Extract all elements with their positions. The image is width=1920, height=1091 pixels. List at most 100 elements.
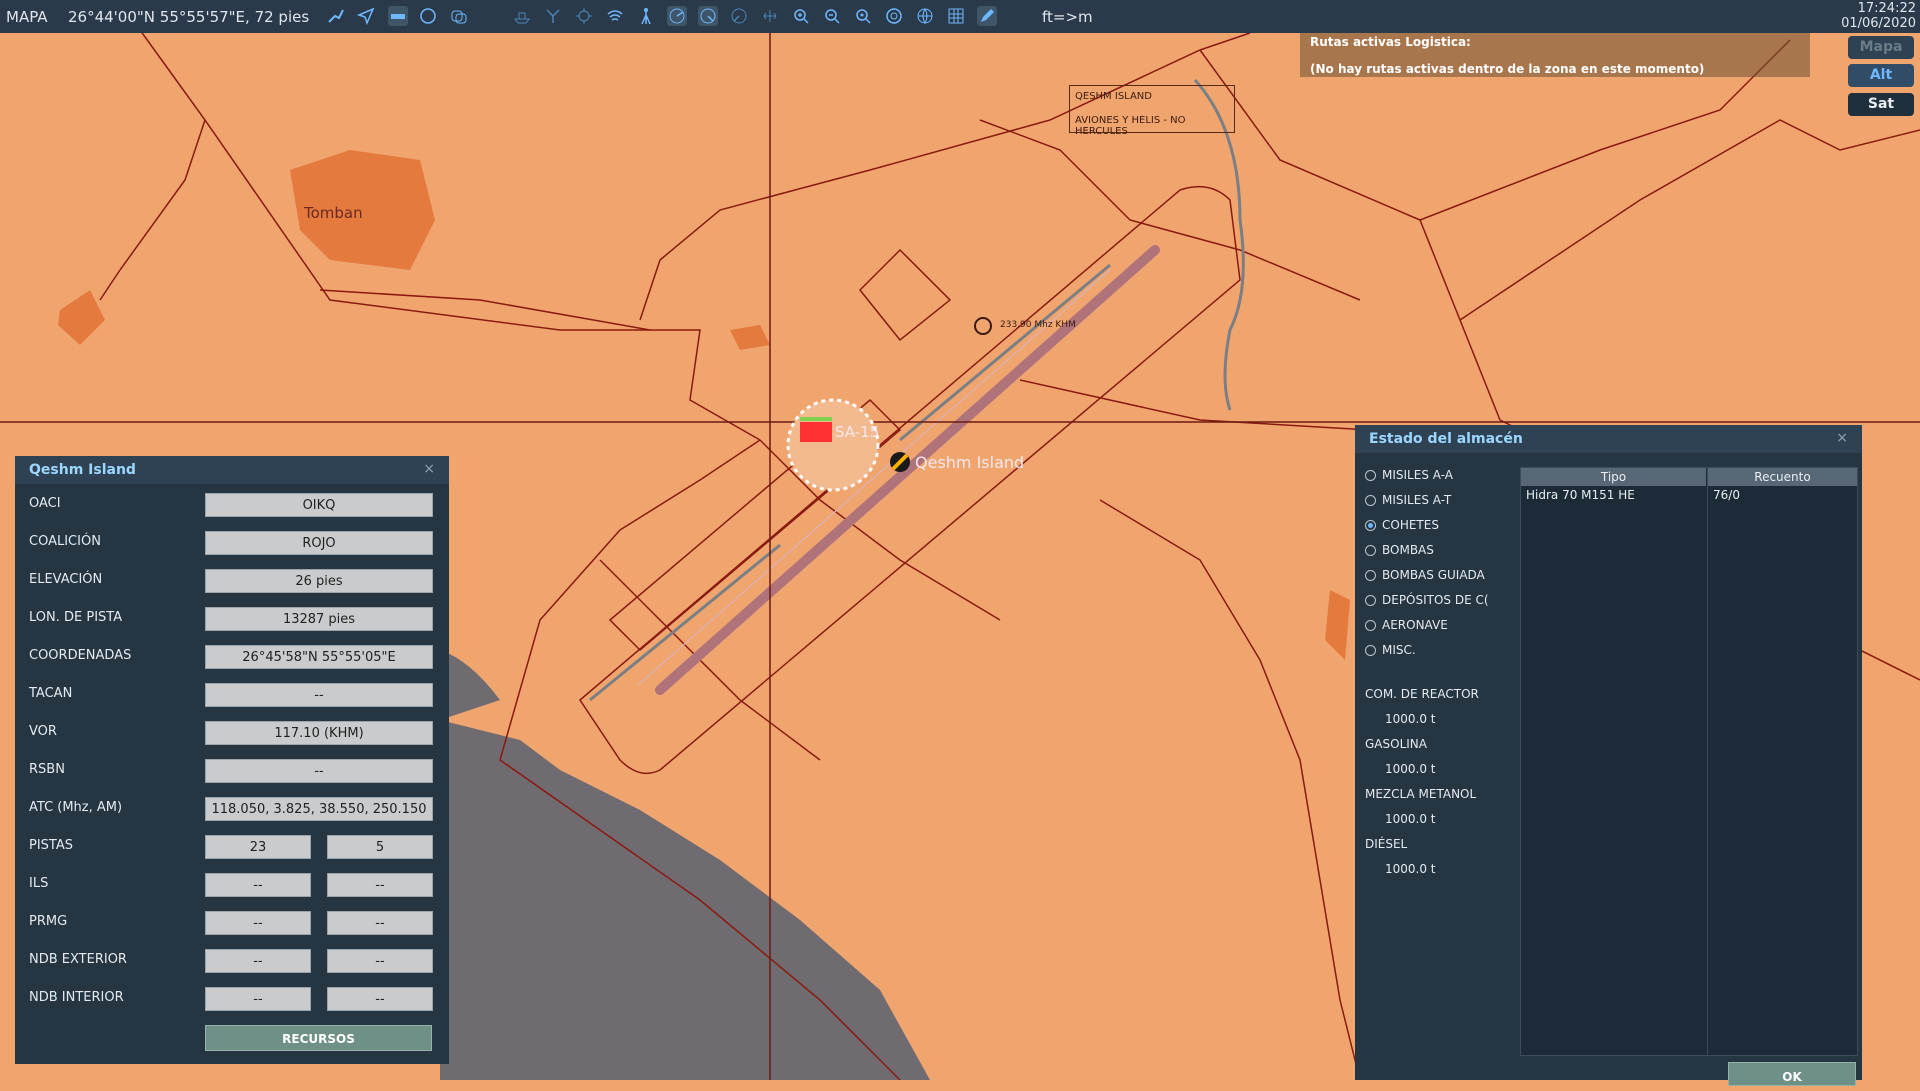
ndb-outer-label: NDB EXTERIOR xyxy=(29,952,127,967)
runways-field-a[interactable]: 23 xyxy=(205,835,311,859)
clock-date: 01/06/2020 xyxy=(1841,16,1916,31)
gasoline-value: 1000.0 t xyxy=(1385,762,1436,776)
runway-length-label: LON. DE PISTA xyxy=(29,610,123,625)
category-at-missiles[interactable]: MISILES A-T xyxy=(1365,493,1451,507)
jet-fuel-label: COM. DE REACTOR xyxy=(1365,687,1479,701)
ndb-outer-field-b[interactable]: -- xyxy=(327,949,433,973)
sam-unit-icon xyxy=(800,422,832,442)
airfield-panel-title: Qeshm Island xyxy=(29,462,136,478)
units-toggle[interactable]: ft=>m xyxy=(1042,8,1093,26)
globe-icon[interactable] xyxy=(915,6,935,26)
map-mode-title: MAPA xyxy=(6,8,48,26)
runway-length-field[interactable]: 13287 pies xyxy=(205,607,433,631)
pencil-icon[interactable] xyxy=(977,6,997,26)
note-line-1: QESHM ISLAND xyxy=(1075,91,1152,102)
ils-field-b[interactable]: -- xyxy=(327,873,433,897)
draw-line-icon[interactable] xyxy=(326,6,346,26)
warehouse-panel: Estado del almacén × MISILES A-A MISILES… xyxy=(1355,425,1862,1086)
circle-icon[interactable] xyxy=(418,6,438,26)
inventory-table: Tipo Recuento Hidra 70 M151 HE 76/0 xyxy=(1520,467,1858,1056)
sync-icon[interactable] xyxy=(760,6,780,26)
category-label: MISC. xyxy=(1382,643,1416,657)
cursor-coordinates: 26°44'00"N 55°55'57"E, 72 pies xyxy=(68,8,310,26)
category-fuel-tanks[interactable]: DEPÓSITOS DE C( xyxy=(1365,593,1489,607)
zoom-out-icon[interactable] xyxy=(822,6,842,26)
coordinates-field[interactable]: 26°45'58"N 55°55'05"E xyxy=(205,645,433,669)
antenna-icon[interactable] xyxy=(636,6,656,26)
resources-button[interactable]: RECURSOS xyxy=(205,1025,432,1051)
column-header-type[interactable]: Tipo xyxy=(1521,468,1706,486)
route-icon[interactable] xyxy=(543,6,563,26)
routes-message: (No hay rutas activas dentro de la zona … xyxy=(1310,62,1705,76)
radio-icon xyxy=(1365,569,1376,581)
vor-field[interactable]: 117.10 (KHM) xyxy=(205,721,433,745)
category-misc[interactable]: MISC. xyxy=(1365,643,1416,657)
ship-icon[interactable] xyxy=(512,6,532,26)
category-label: BOMBAS GUIADA xyxy=(1382,568,1485,582)
ndb-inner-field-b[interactable]: -- xyxy=(327,987,433,1011)
grid-icon[interactable] xyxy=(946,6,966,26)
tacan-field[interactable]: -- xyxy=(205,683,433,707)
atc-field[interactable]: 118.050, 3.825, 38.550, 250.150 xyxy=(205,797,433,821)
coalition-field[interactable]: ROJO xyxy=(205,531,433,555)
sam-range-circle xyxy=(786,398,880,492)
category-label: MISILES A-A xyxy=(1382,468,1453,482)
close-icon[interactable]: × xyxy=(423,461,435,477)
jet-fuel-value: 1000.0 t xyxy=(1385,712,1436,726)
layers-icon[interactable] xyxy=(449,6,469,26)
map-type-sat-button[interactable]: Sat xyxy=(1848,93,1914,116)
ok-button[interactable]: OK xyxy=(1728,1062,1856,1086)
zoom-in-icon[interactable] xyxy=(791,6,811,26)
ruler-icon[interactable] xyxy=(388,6,408,26)
ndb-outer-field-a[interactable]: -- xyxy=(205,949,311,973)
map-type-mapa-button[interactable]: Mapa xyxy=(1848,36,1914,59)
rsbn-field[interactable]: -- xyxy=(205,759,433,783)
radar-b-icon[interactable] xyxy=(698,6,718,26)
airbase-restriction-note: QESHM ISLAND AVIONES Y HELIS - NO HERCUL… xyxy=(1069,85,1235,137)
methanol-mix-label: MEZCLA METANOL xyxy=(1365,787,1477,801)
zoom-fit-icon[interactable] xyxy=(853,6,873,26)
elevation-field[interactable]: 26 pies xyxy=(205,569,433,593)
category-guided-bombs[interactable]: BOMBAS GUIADA xyxy=(1365,568,1485,582)
radar-a-icon[interactable] xyxy=(667,6,687,26)
diesel-value: 1000.0 t xyxy=(1385,862,1436,876)
target-lock-icon[interactable] xyxy=(884,6,904,26)
ils-field-a[interactable]: -- xyxy=(205,873,311,897)
category-label: BOMBAS xyxy=(1382,543,1434,557)
note-line-2: AVIONES Y HELIS - NO HERCULES xyxy=(1075,115,1186,137)
prmg-field-a[interactable]: -- xyxy=(205,911,311,935)
radio-label: 233.90 Mhz KHM xyxy=(1000,320,1076,330)
runways-label: PISTAS xyxy=(29,838,74,853)
table-cell-count[interactable]: 76/0 xyxy=(1713,488,1740,502)
airbase-label: Qeshm Island xyxy=(915,453,1024,472)
prmg-field-b[interactable]: -- xyxy=(327,911,433,935)
oaci-field[interactable]: OIKQ xyxy=(205,493,433,517)
map-type-alt-button[interactable]: Alt xyxy=(1848,64,1914,87)
tacan-label: TACAN xyxy=(29,686,73,701)
coordinates-label: COORDENADAS xyxy=(29,648,132,663)
airfield-panel-header: Qeshm Island × xyxy=(15,456,449,484)
clock: 17:24:22 01/06/2020 xyxy=(1841,1,1916,31)
radio-icon xyxy=(1365,594,1376,606)
radio-icon xyxy=(1365,494,1376,506)
elevation-label: ELEVACIÓN xyxy=(29,572,103,587)
radar-c-icon[interactable] xyxy=(729,6,749,26)
navigate-icon[interactable] xyxy=(356,6,376,26)
wifi-icon[interactable] xyxy=(605,6,625,26)
logistic-routes-banner: Rutas activas Logistica: (No hay rutas a… xyxy=(1300,33,1810,77)
category-bombs[interactable]: BOMBAS xyxy=(1365,543,1434,557)
town-label: Tomban xyxy=(303,204,363,222)
category-label: AERONAVE xyxy=(1382,618,1448,632)
column-header-count[interactable]: Recuento xyxy=(1708,468,1857,486)
category-rockets[interactable]: COHETES xyxy=(1365,518,1439,532)
close-icon[interactable]: × xyxy=(1836,430,1848,446)
radio-icon xyxy=(1365,544,1376,556)
runways-field-b[interactable]: 5 xyxy=(327,835,433,859)
table-cell-type[interactable]: Hidra 70 M151 HE xyxy=(1526,488,1635,502)
category-aircraft[interactable]: AERONAVE xyxy=(1365,618,1448,632)
target-icon[interactable] xyxy=(574,6,594,26)
ndb-inner-field-a[interactable]: -- xyxy=(205,987,311,1011)
category-aa-missiles[interactable]: MISILES A-A xyxy=(1365,468,1453,482)
category-label: MISILES A-T xyxy=(1382,493,1452,507)
airfield-info-panel: Qeshm Island × OACI OIKQ COALICIÓN ROJO … xyxy=(15,456,449,1064)
